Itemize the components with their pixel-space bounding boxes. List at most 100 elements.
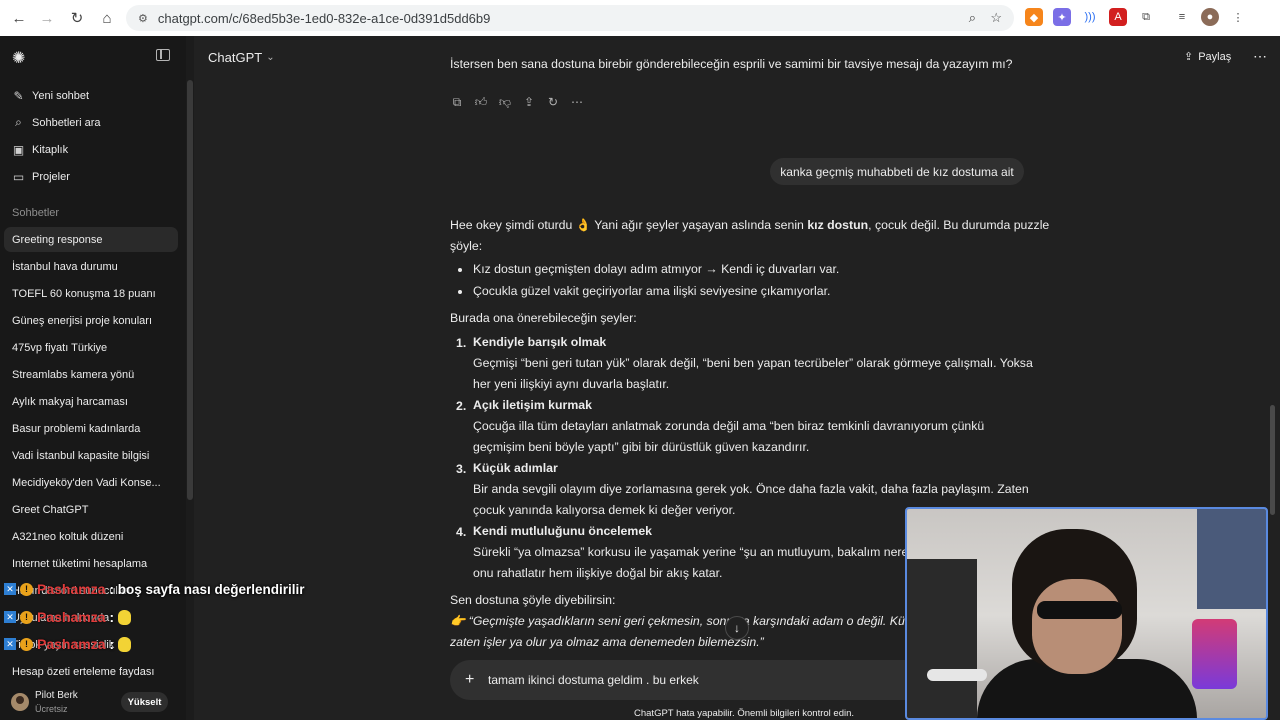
reply-bullet: Çocukla güzel vakit geçiriyorlar ama ili… xyxy=(473,284,831,298)
item-line: Çocuğa illa tüm detayları anlatmak zorun… xyxy=(473,419,985,433)
user-badge-icon: ! xyxy=(20,610,33,624)
profile-avatar-icon[interactable]: ● xyxy=(1201,8,1219,26)
webcam-chair xyxy=(907,559,977,718)
extension-signal-icon[interactable]: ))) xyxy=(1081,8,1099,26)
user-badge-icon: ! xyxy=(20,637,33,651)
chat-item[interactable]: Aylık makyaj harcaması xyxy=(12,396,128,408)
main-scrollbar[interactable] xyxy=(1270,405,1275,515)
item-line: Geçmişi “beni geri tutan yük” olarak değ… xyxy=(473,356,1033,370)
chevron-down-icon: ⌄ xyxy=(266,52,275,63)
model-selector[interactable]: ChatGPT ⌄ xyxy=(208,50,275,65)
message-actions: ⧉ 👍︎ 👎︎ ⇪ ↻ ⋯ xyxy=(450,95,584,110)
user-message-bubble: kanka geçmiş muhabbeti de kız dostuma ai… xyxy=(770,158,1024,185)
chat-item[interactable]: Streamlabs kamera yönü xyxy=(12,369,134,381)
item-title: Küçük adımlar xyxy=(473,461,558,475)
address-bar[interactable]: ⚙ chatgpt.com/c/68ed5b3e-1ed0-832e-a1ce-… xyxy=(126,5,1014,31)
chat-item[interactable]: Hesap özeti erteleme faydası xyxy=(12,666,154,678)
pencil-square-icon: ✎ xyxy=(13,88,24,103)
more-icon[interactable]: ⋯ xyxy=(570,95,584,109)
webcam-person-face xyxy=(1032,579,1122,674)
chat-item[interactable]: Greet ChatGPT xyxy=(12,504,88,516)
avatar[interactable] xyxy=(11,693,29,711)
url-text: chatgpt.com/c/68ed5b3e-1ed0-832e-a1ce-0d… xyxy=(157,10,491,26)
thumbs-down-icon[interactable]: 👎︎ xyxy=(498,95,512,109)
chat-item[interactable]: 475vp fiyatı Türkiye xyxy=(12,342,107,354)
extension-purple-icon[interactable]: ✦ xyxy=(1053,8,1071,26)
folder-icon: ▭ xyxy=(12,169,25,184)
quote-line: zaten işler ya olur ya olmaz ama denemed… xyxy=(450,635,764,649)
quote-line: 👉 “Geçmişte yaşadıkların seni geri çekme… xyxy=(450,614,934,628)
projects-label: Projeler xyxy=(32,170,70,183)
closing-text: Sen dostuna şöyle diyebilirsin: xyxy=(450,593,616,607)
chatter-message: : xyxy=(109,609,114,625)
chat-item[interactable]: TOEFL 60 konuşma 18 puanı xyxy=(12,288,156,300)
regenerate-icon[interactable]: ↻ xyxy=(546,95,560,109)
composer-input[interactable]: tamam ikinci dostuma geldim . bu erkek xyxy=(488,673,699,687)
disclaimer-text: ChatGPT hata yapabilir. Önemli bilgileri… xyxy=(634,708,855,719)
scroll-down-arrow-icon[interactable]: ↓ xyxy=(725,616,749,640)
chat-item[interactable]: Mecidiyeköy'den Vadi Konse... xyxy=(12,477,161,489)
bullet-dot xyxy=(458,290,462,294)
search-chats-label: Sohbetleri ara xyxy=(32,116,101,129)
platform-x-icon: ✕ xyxy=(4,583,16,595)
stream-chat-message: ✕ ! Pashamza : boş sayfa nası değerlendi… xyxy=(4,581,305,597)
openai-logo-icon[interactable]: ✺ xyxy=(12,48,30,67)
chats-section-title: Sohbetler xyxy=(12,207,60,219)
stream-chat-message: ✕ ! Pashamza : xyxy=(4,609,131,625)
library-icon: ▣ xyxy=(12,142,25,157)
item-number: 3. xyxy=(456,462,467,476)
duck-emote-icon xyxy=(117,609,131,625)
model-name: ChatGPT xyxy=(208,50,263,65)
forward-icon[interactable]: → xyxy=(34,5,60,31)
chat-item[interactable]: Vadi İstanbul kapasite bilgisi xyxy=(12,450,149,462)
zoom-icon[interactable]: ⌕ xyxy=(969,10,976,26)
extensions-puzzle-icon[interactable]: ⧉ xyxy=(1137,8,1155,26)
bookmark-star-icon[interactable]: ☆ xyxy=(990,10,1002,26)
chat-item[interactable]: İstanbul hava durumu xyxy=(12,261,118,273)
chatter-name: Pashamza xyxy=(37,636,106,652)
reply-intro: Hee okey şimdi oturdu 👌 Yani ağır şeyler… xyxy=(450,215,1049,236)
chat-item[interactable]: Güneş enerjisi proje konuları xyxy=(12,315,152,327)
chat-item[interactable]: Internet tüketimi hesaplama xyxy=(12,558,147,570)
new-chat-button[interactable]: ✎ Yeni sohbet xyxy=(12,88,90,103)
reply-intro-c: şöyle: xyxy=(450,239,483,253)
projects-button[interactable]: ▭ Projeler xyxy=(12,169,70,184)
chat-item[interactable]: Greeting response xyxy=(4,227,178,252)
pdf-extension-icon[interactable]: A xyxy=(1109,8,1127,26)
reload-icon[interactable]: ↻ xyxy=(64,5,90,31)
chatter-name: Pashamza xyxy=(37,581,106,597)
upgrade-button[interactable]: Yükselt xyxy=(121,692,168,712)
browser-menu-icon[interactable]: ⋮ xyxy=(1229,8,1247,26)
item-line: her yeni ilişkiyi aynı duvarla başlatır. xyxy=(473,377,670,391)
more-options-icon[interactable]: ⋯ xyxy=(1253,48,1267,65)
item-title: Açık iletişim kurmak xyxy=(473,398,592,412)
item-line: Bir anda sevgili olayım diye zorlamasına… xyxy=(473,482,1029,496)
reply-intro-a: Hee okey şimdi oturdu 👌 Yani ağır şeyler… xyxy=(450,218,808,232)
share-button[interactable]: ⇪ Paylaş xyxy=(1184,50,1231,64)
item-line: geçmişim beni böyle yaptı” gibi bir dürü… xyxy=(473,440,810,454)
chat-item[interactable]: A321neo koltuk düzeni xyxy=(12,531,123,543)
chat-item[interactable]: Basur problemi kadınlarda xyxy=(12,423,140,435)
item-line: onu rahatlatır hem ilişkiye doğal bir ak… xyxy=(473,566,723,580)
site-info-icon[interactable]: ⚙ xyxy=(138,12,148,25)
plus-icon[interactable]: + xyxy=(465,671,474,689)
back-icon[interactable]: ← xyxy=(6,5,32,31)
reply-bullet: Kız dostun geçmişten dolayı adım atmıyor… xyxy=(473,262,840,276)
toggle-sidebar-icon[interactable] xyxy=(156,49,170,61)
bullet-dot xyxy=(458,268,462,272)
copy-icon[interactable]: ⧉ xyxy=(450,95,464,109)
library-label: Kitaplık xyxy=(32,143,69,156)
metamask-icon[interactable]: ◆ xyxy=(1025,8,1043,26)
share-message-icon[interactable]: ⇪ xyxy=(522,95,536,109)
thumbs-up-icon[interactable]: 👍︎ xyxy=(474,95,488,109)
new-chat-label: Yeni sohbet xyxy=(32,89,90,102)
sidebar-scroll-thumb[interactable] xyxy=(187,80,193,500)
item-line: çocuk yanında kalıyorsa demek ki değer v… xyxy=(473,503,736,517)
library-button[interactable]: ▣ Kitaplık xyxy=(12,142,69,157)
search-icon: ⌕ xyxy=(15,115,22,129)
item-line: Sürekli “ya olmazsa” korkusu ile yaşamak… xyxy=(473,545,922,559)
home-icon[interactable]: ⌂ xyxy=(94,5,120,31)
reading-list-icon[interactable]: ≡ xyxy=(1173,8,1191,26)
item-title: Kendiyle barışık olmak xyxy=(473,335,607,349)
search-chats-button[interactable]: ⌕ Sohbetleri ara xyxy=(12,115,101,129)
